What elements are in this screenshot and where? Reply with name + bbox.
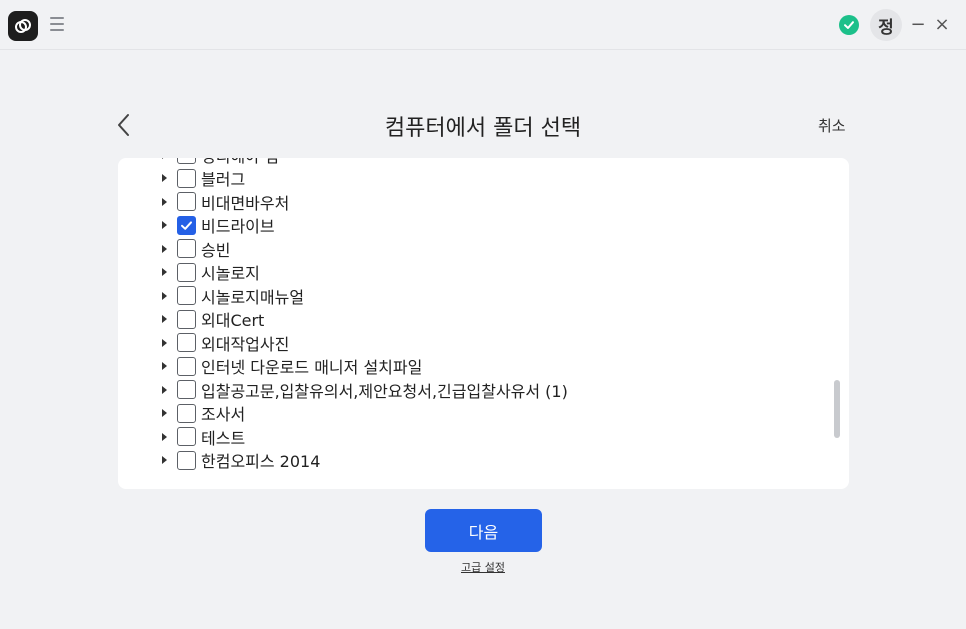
user-avatar[interactable]: 정 xyxy=(870,9,902,41)
folder-row[interactable]: 한컴오피스 2014 xyxy=(118,449,849,473)
folder-row[interactable]: 비대면바우처 xyxy=(118,190,849,214)
folder-label: 외대Cert xyxy=(201,311,265,331)
folder-label: 비드라이브 xyxy=(201,217,275,237)
folder-tree-panel: 정리해야 함블러그비대면바우처비드라이브승빈시놀로지시놀로지매뉴얼외대Cert 외… xyxy=(118,158,849,489)
title-bar: 정 − × xyxy=(0,0,966,50)
expand-caret-icon[interactable] xyxy=(162,315,167,324)
expand-caret-icon[interactable] xyxy=(162,291,167,300)
folder-label: 외대작업사진 xyxy=(201,334,290,354)
folder-row[interactable]: 시놀로지매뉴얼 xyxy=(118,284,849,308)
minimize-button[interactable]: − xyxy=(908,12,928,36)
folder-checkbox[interactable] xyxy=(177,309,196,329)
folder-checkbox[interactable] xyxy=(177,450,196,470)
folder-tree: 정리해야 함블러그비대면바우처비드라이브승빈시놀로지시놀로지매뉴얼외대Cert 외… xyxy=(118,158,849,472)
expand-caret-icon[interactable] xyxy=(162,244,167,253)
expand-caret-icon[interactable] xyxy=(162,432,167,441)
folder-checkbox[interactable] xyxy=(177,380,196,400)
expand-caret-icon[interactable] xyxy=(162,174,167,183)
folder-row[interactable]: 시놀로지 xyxy=(118,261,849,285)
folder-row[interactable]: 테스트 xyxy=(118,425,849,449)
app-logo-icon xyxy=(8,11,38,41)
folder-label: 한컴오피스 2014 xyxy=(201,452,321,472)
folder-row[interactable]: 블러그 xyxy=(118,167,849,191)
folder-row[interactable]: 외대Cert xyxy=(118,308,849,332)
scrollbar-thumb[interactable] xyxy=(834,380,840,438)
expand-caret-icon[interactable] xyxy=(162,385,167,394)
close-button[interactable]: × xyxy=(932,12,952,36)
folder-checkbox[interactable] xyxy=(177,427,196,447)
folder-checkbox[interactable] xyxy=(177,239,196,259)
folder-label: 시놀로지매뉴얼 xyxy=(201,287,305,307)
folder-label: 조사서 xyxy=(201,405,246,425)
folder-label: 테스트 xyxy=(201,428,246,448)
cancel-button[interactable]: 취소 xyxy=(818,115,846,136)
expand-caret-icon[interactable] xyxy=(162,268,167,277)
expand-caret-icon[interactable] xyxy=(162,338,167,347)
expand-caret-icon[interactable] xyxy=(162,197,167,206)
folder-label: 시놀로지 xyxy=(201,264,260,284)
expand-caret-icon[interactable] xyxy=(162,158,167,159)
next-button[interactable]: 다음 xyxy=(425,509,542,552)
folder-checkbox[interactable] xyxy=(177,192,196,212)
folder-checkbox[interactable] xyxy=(177,262,196,282)
hamburger-menu-icon[interactable] xyxy=(50,17,64,31)
expand-caret-icon[interactable] xyxy=(162,409,167,418)
folder-row[interactable]: 외대작업사진 xyxy=(118,331,849,355)
folder-checkbox[interactable] xyxy=(177,356,196,376)
folder-label: 인터넷 다운로드 매니저 설치파일 xyxy=(201,358,423,378)
expand-caret-icon[interactable] xyxy=(162,456,167,465)
expand-caret-icon[interactable] xyxy=(162,362,167,371)
folder-row[interactable]: 정리해야 함 xyxy=(118,158,849,167)
folder-checkbox[interactable] xyxy=(177,286,196,306)
folder-row[interactable]: 인터넷 다운로드 매니저 설치파일 xyxy=(118,355,849,379)
checkmark-icon xyxy=(181,221,192,230)
folder-label: 블러그 xyxy=(201,170,246,190)
folder-checkbox[interactable] xyxy=(177,158,196,165)
folder-label: 승빈 xyxy=(201,240,231,260)
folder-label: 비대면바우처 xyxy=(201,193,290,213)
folder-row[interactable]: 승빈 xyxy=(118,237,849,261)
folder-row[interactable]: 비드라이브 xyxy=(118,214,849,238)
folder-label: 입찰공고문,입찰유의서,제안요청서,긴급입찰사유서 (1) xyxy=(201,381,568,401)
folder-row[interactable]: 입찰공고문,입찰유의서,제안요청서,긴급입찰사유서 (1) xyxy=(118,378,849,402)
folder-checkbox[interactable] xyxy=(177,403,196,423)
expand-caret-icon[interactable] xyxy=(162,221,167,230)
folder-row[interactable]: 조사서 xyxy=(118,402,849,426)
sync-status-check-icon xyxy=(839,15,859,35)
folder-checkbox[interactable] xyxy=(177,168,196,188)
folder-checkbox[interactable] xyxy=(177,215,196,235)
folder-checkbox[interactable] xyxy=(177,333,196,353)
advanced-settings-link[interactable]: 고급 설정 xyxy=(0,559,966,575)
